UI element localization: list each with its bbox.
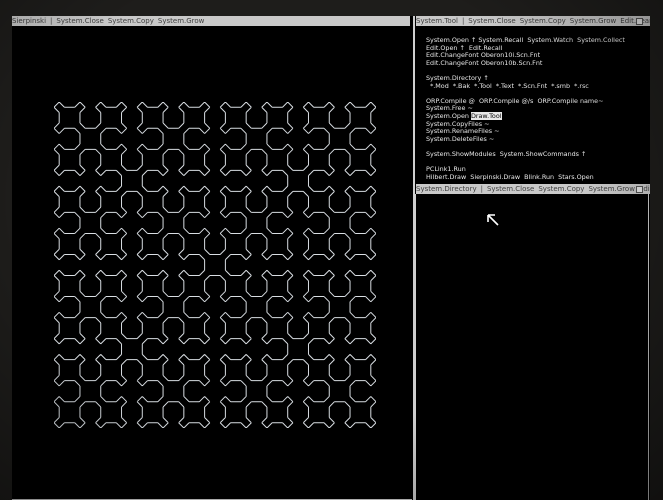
title-command[interactable]: System.Tool — [416, 17, 458, 25]
tool-line[interactable]: Hilbert.Draw Sierpinski.Draw Blink.Run S… — [426, 173, 646, 182]
directory-title-commands[interactable]: System.Directory | System.Close System.Copy… — [416, 185, 650, 193]
title-command[interactable]: System.Close — [487, 185, 534, 193]
sierpinski-curve — [54, 102, 376, 428]
left-viewer-title-bar[interactable]: Sierpinski | System.Close System.Copy System… — [12, 16, 410, 26]
title-command[interactable]: System.Close — [56, 17, 103, 25]
title-command[interactable]: System.Copy — [520, 17, 566, 25]
title-command[interactable]: System.Grow — [158, 17, 204, 25]
tool-line[interactable]: *.Mod *.Bak *.Tool *.Text *.Scn.Fnt *.sm… — [426, 82, 646, 91]
tool-line[interactable]: System.DeleteFiles ~ — [426, 135, 646, 144]
system-tool-text[interactable]: System.Open ↑ System.Recall System.Watch… — [426, 36, 646, 182]
title-command[interactable]: System.Copy — [108, 17, 154, 25]
curve-path — [54, 102, 376, 428]
arrow-cursor-icon — [487, 214, 499, 226]
tool-viewer-title-bar[interactable]: System.Tool | System.Close System.Copy Syste… — [416, 16, 650, 26]
directory-viewer-title-bar[interactable]: System.Directory | System.Close System.Copy… — [416, 184, 650, 194]
tool-line[interactable]: Edit.ChangeFont Oberon10b.Scn.Fnt — [426, 59, 646, 68]
title-command[interactable]: System.Copy — [538, 185, 584, 193]
title-command[interactable]: System.Grow — [588, 185, 634, 193]
directory-viewer-left-border — [415, 194, 416, 500]
directory-viewer-right-border — [648, 194, 649, 500]
title-command[interactable]: Sierpinski — [12, 17, 46, 25]
title-command: | — [480, 185, 483, 193]
left-title-commands[interactable]: Sierpinski | System.Close System.Copy System… — [12, 17, 208, 25]
close-box-icon[interactable] — [636, 186, 643, 193]
title-command: | — [50, 17, 53, 25]
title-command[interactable]: System.Grow — [570, 17, 616, 25]
oberon-screen: Sierpinski | System.Close System.Copy System… — [12, 16, 650, 500]
close-box-icon[interactable] — [636, 18, 643, 25]
title-command[interactable]: System.Close — [468, 17, 515, 25]
title-command: | — [461, 17, 465, 25]
tool-line[interactable]: System.ShowModules System.ShowCommands ↑ — [426, 150, 646, 159]
tool-title-commands[interactable]: System.Tool | System.Close System.Copy Syste… — [416, 17, 650, 25]
title-command[interactable]: System.Directory — [416, 185, 477, 193]
